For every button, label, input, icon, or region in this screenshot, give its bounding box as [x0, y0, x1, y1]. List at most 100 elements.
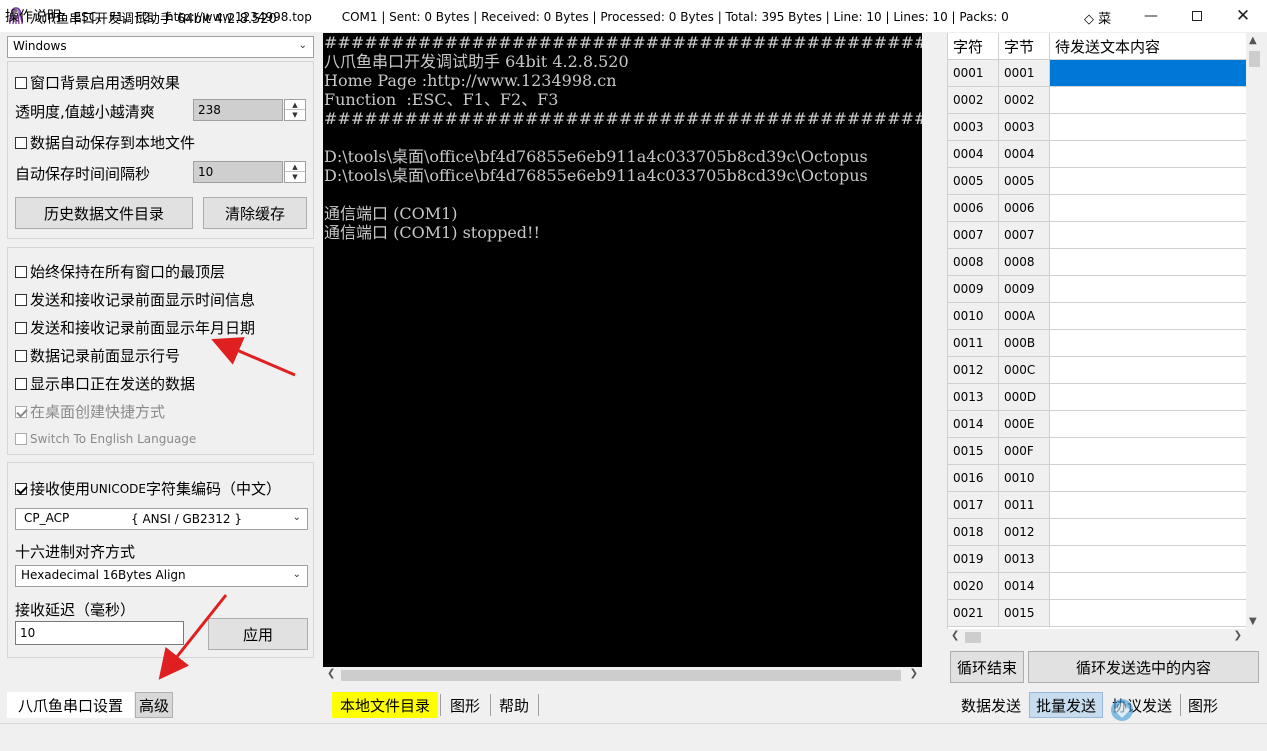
column-header-byte[interactable]: 字节	[999, 33, 1050, 60]
option-checkbox[interactable]: 发送和接收记录前面显示时间信息	[15, 289, 255, 310]
column-header-char[interactable]: 字符	[948, 33, 999, 60]
byte-index-cell: 000D	[999, 384, 1050, 411]
unicode-checkbox[interactable]: 接收使用 UNICODE 字符集编码（中文）	[15, 478, 281, 499]
send-content-cell[interactable]	[1050, 546, 1246, 573]
option-checkbox[interactable]: 数据记录前面显示行号	[15, 345, 180, 366]
english-language-checkbox[interactable]: Switch To English Language	[15, 432, 196, 446]
menu-button[interactable]: ◇ 菜	[1084, 8, 1111, 27]
send-content-cell[interactable]	[1050, 141, 1246, 168]
tab-batch-send[interactable]: 批量发送	[1029, 692, 1103, 718]
char-index-cell: 0009	[948, 276, 999, 303]
grid-row[interactable]: 0017 0011	[948, 492, 1246, 519]
tab-help[interactable]: 帮助	[494, 692, 534, 718]
loop-send-selected-button[interactable]: 循环发送选中的内容	[1028, 651, 1259, 683]
transparency-input[interactable]: 238	[193, 99, 283, 121]
grid-row[interactable]: 0018 0012	[948, 519, 1246, 546]
char-index-cell: 0014	[948, 411, 999, 438]
option-checkbox[interactable]: 发送和接收记录前面显示年月日期	[15, 317, 255, 338]
autosave-checkbox[interactable]: 数据自动保存到本地文件	[15, 132, 195, 153]
scrollbar-thumb[interactable]	[341, 670, 901, 681]
tab-advanced[interactable]: 高级	[135, 692, 173, 718]
send-content-cell[interactable]	[1050, 438, 1246, 465]
grid-row[interactable]: 0013 000D	[948, 384, 1246, 411]
send-content-cell[interactable]	[1050, 330, 1246, 357]
option-checkbox[interactable]: 始终保持在所有窗口的最顶层	[15, 261, 225, 282]
terminal-horizontal-scrollbar[interactable]: ❮ ❯	[323, 667, 922, 684]
grid-row[interactable]: 0021 0015	[948, 600, 1246, 627]
byte-index-cell: 0001	[999, 60, 1050, 87]
grid-row[interactable]: 0005 0005	[948, 168, 1246, 195]
scrollbar-thumb[interactable]	[965, 632, 981, 643]
grid-row[interactable]: 0016 0010	[948, 465, 1246, 492]
send-content-cell[interactable]	[1050, 492, 1246, 519]
char-index-cell: 0007	[948, 222, 999, 249]
send-content-cell[interactable]	[1050, 168, 1246, 195]
close-button[interactable]: ✕	[1220, 0, 1266, 32]
tab-serial-settings[interactable]: 八爪鱼串口设置	[7, 692, 134, 718]
byte-index-cell: 000B	[999, 330, 1050, 357]
grid-row[interactable]: 0002 0002	[948, 87, 1246, 114]
send-content-cell[interactable]	[1050, 87, 1246, 114]
send-content-cell[interactable]	[1050, 276, 1246, 303]
send-content-cell[interactable]	[1050, 573, 1246, 600]
transparency-stepper[interactable]: ▲ ▼	[284, 99, 306, 121]
byte-index-cell: 0006	[999, 195, 1050, 222]
grid-horizontal-scrollbar[interactable]: ❮ ❯	[947, 629, 1246, 646]
clear-cache-button[interactable]: 清除缓存	[203, 197, 307, 229]
send-content-cell[interactable]	[1050, 411, 1246, 438]
send-content-cell[interactable]	[1050, 600, 1246, 627]
send-content-cell[interactable]	[1050, 519, 1246, 546]
grid-row[interactable]: 0019 0013	[948, 546, 1246, 573]
grid-row[interactable]: 0009 0009	[948, 276, 1246, 303]
receive-delay-input[interactable]: 10	[15, 621, 184, 645]
grid-row[interactable]: 0012 000C	[948, 357, 1246, 384]
grid-row[interactable]: 0001 0001	[948, 60, 1246, 87]
chevron-down-icon: ⌄	[292, 512, 301, 523]
grid-row[interactable]: 0004 0004	[948, 141, 1246, 168]
grid-row[interactable]: 0015 000F	[948, 438, 1246, 465]
autosave-interval-stepper[interactable]: ▲ ▼	[284, 161, 306, 183]
send-content-cell[interactable]	[1050, 465, 1246, 492]
unicode-label-code: UNICODE	[90, 481, 146, 496]
send-content-cell[interactable]	[1050, 384, 1246, 411]
grid-row[interactable]: 0008 0008	[948, 249, 1246, 276]
grid-row[interactable]: 0003 0003	[948, 114, 1246, 141]
send-content-cell[interactable]	[1050, 114, 1246, 141]
grid-row[interactable]: 0020 0014	[948, 573, 1246, 600]
grid-row[interactable]: 0007 0007	[948, 222, 1246, 249]
send-content-cell[interactable]	[1050, 303, 1246, 330]
option-checkbox[interactable]: 在桌面创建快捷方式	[15, 401, 165, 422]
tab-local-files[interactable]: 本地文件目录	[332, 692, 438, 718]
hex-align-select[interactable]: Hexadecimal 16Bytes Align ⌄	[15, 565, 308, 587]
maximize-button[interactable]	[1174, 0, 1220, 32]
send-content-cell[interactable]	[1050, 249, 1246, 276]
history-folder-button[interactable]: 历史数据文件目录	[15, 197, 193, 229]
transparency-checkbox[interactable]: 窗口背景启用透明效果	[15, 72, 180, 93]
terminal-output[interactable]: ########################################…	[323, 33, 922, 667]
option-label: 显示串口正在发送的数据	[30, 375, 196, 393]
grid-row[interactable]: 0006 0006	[948, 195, 1246, 222]
grid-row[interactable]: 0011 000B	[948, 330, 1246, 357]
tab-graph[interactable]: 图形	[444, 692, 486, 718]
apply-button[interactable]: 应用	[208, 618, 308, 650]
grid-row[interactable]: 0010 000A	[948, 303, 1246, 330]
column-header-content[interactable]: 待发送文本内容	[1050, 33, 1246, 60]
minimize-button[interactable]: —	[1128, 0, 1174, 32]
autosave-checkbox-label: 数据自动保存到本地文件	[30, 134, 196, 152]
grid-vertical-scrollbar[interactable]: ▲ ▼	[1246, 33, 1263, 629]
skin-select[interactable]: Windows ⌄	[7, 36, 314, 58]
grid-row[interactable]: 0014 000E	[948, 411, 1246, 438]
autosave-interval-input[interactable]: 10	[193, 161, 283, 183]
down-arrow-icon: ▼	[292, 173, 298, 181]
option-checkbox[interactable]: 显示串口正在发送的数据	[15, 373, 195, 394]
send-content-cell[interactable]	[1050, 195, 1246, 222]
send-content-cell[interactable]	[1050, 60, 1246, 87]
tab-data-send[interactable]: 数据发送	[955, 692, 1027, 718]
send-content-cell[interactable]	[1050, 357, 1246, 384]
send-content-cell[interactable]	[1050, 222, 1246, 249]
status-info: COM1 | Sent: 0 Bytes | Received: 0 Bytes…	[341, 10, 1009, 24]
scrollbar-thumb[interactable]	[1249, 51, 1260, 67]
watermark-logo	[1108, 696, 1263, 724]
codepage-select[interactable]: CP_ACP { ANSI / GB2312 } ⌄	[15, 508, 308, 530]
loop-end-button[interactable]: 循环结束	[950, 651, 1024, 683]
